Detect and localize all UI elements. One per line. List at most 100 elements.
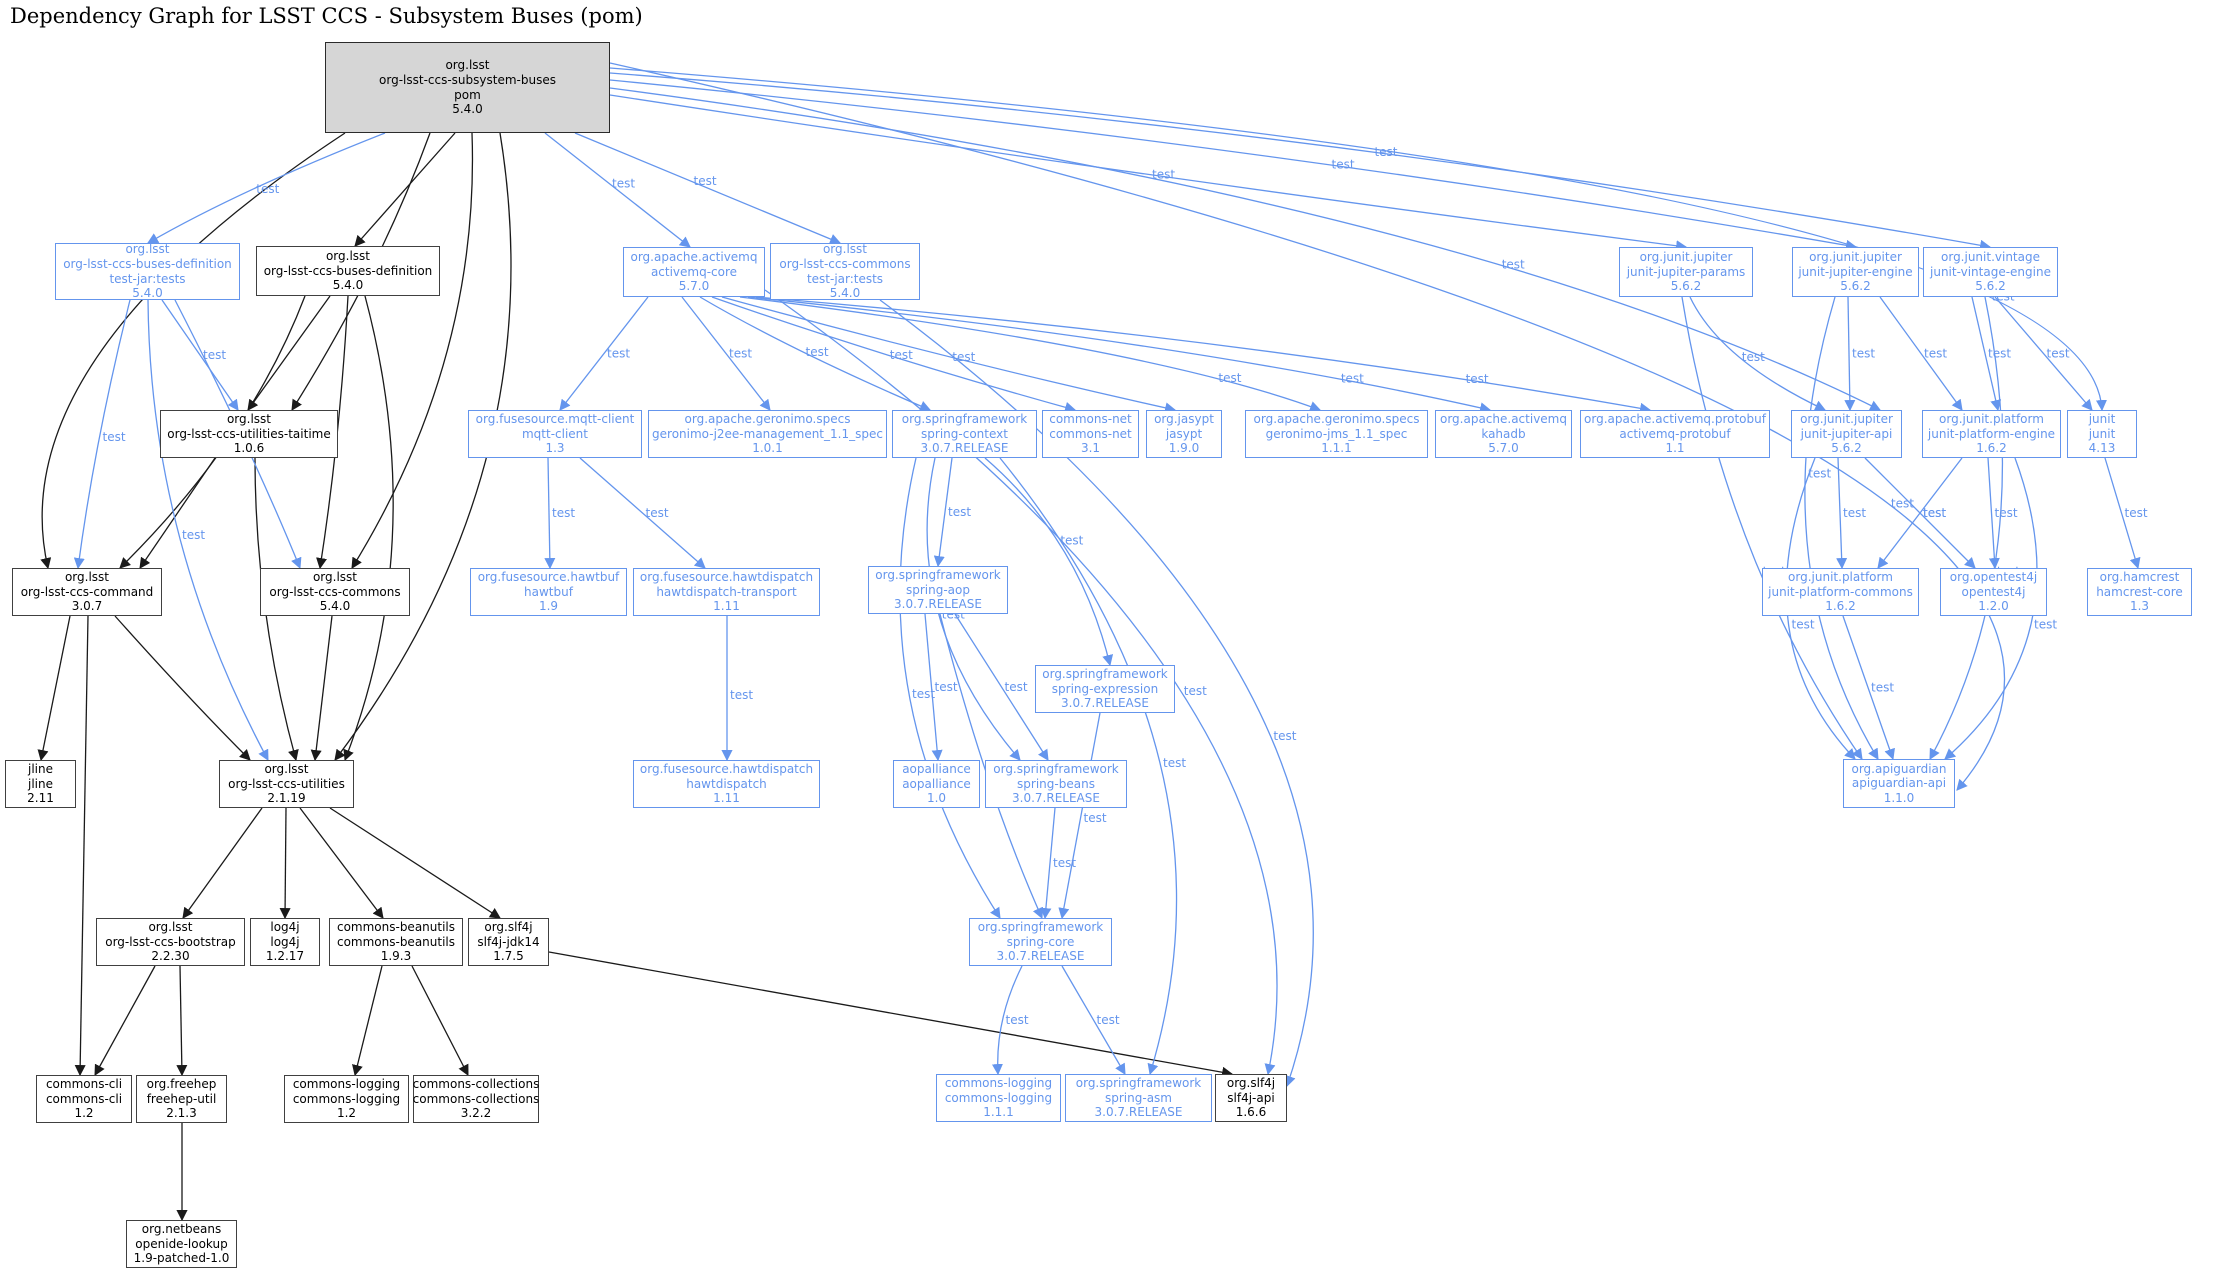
node-label-line: 5.4.0 [320,599,351,614]
node-hawtbuf: org.fusesource.hawtbufhawtbuf1.9 [470,568,627,616]
node-label-line: slf4j-api [1227,1091,1274,1106]
node-label-line: org.lsst [823,242,867,257]
edge-ccs-utilities-to-slf4j-jdk14 [330,808,500,918]
node-label-line: activemq-protobuf [1619,427,1730,442]
node-label-line: org.opentest4j [1950,570,2037,585]
node-ccs-utilities: org.lsstorg-lsst-ccs-utilities2.1.19 [219,760,354,808]
edge-root-to-buses-definition [355,133,455,246]
node-label-line: 3.0.7.RELEASE [1095,1105,1183,1120]
edge-slf4j-jdk14-to-slf4j-api [549,952,1232,1074]
node-hamcrest-core: org.hamcresthamcrest-core1.3 [2087,568,2192,616]
node-label-line: 5.7.0 [679,279,710,294]
node-root: org.lsstorg-lsst-ccs-subsystem-busespom5… [325,42,610,133]
node-label-line: 3.0.7.RELEASE [997,949,1085,964]
edge-scope-label: test [1005,680,1028,694]
node-label-line: commons-logging [293,1092,400,1107]
node-label-line: log4j [270,920,299,935]
edge-junit-platform-engine-to-junit-platform-commons [1878,458,1962,568]
node-spring-beans: org.springframeworkspring-beans3.0.7.REL… [985,760,1127,808]
node-label-line: org.apache.activemq [1440,412,1567,427]
node-label-line: org.junit.vintage [1941,250,2040,265]
edge-activemq-core-to-mqtt-client [560,297,648,410]
edge-scope-label: test [730,688,753,702]
node-label-line: org.junit.jupiter [1809,250,1902,265]
node-label-line: org.springframework [1076,1076,1201,1091]
edge-activemq-core-to-kahadb [748,297,1490,410]
node-label-line: 1.9 [539,599,558,614]
edge-ccs-utilities-to-ccs-bootstrap [183,808,262,918]
node-label-line: org.slf4j [1227,1076,1275,1091]
node-label-line: org.lsst [125,242,169,257]
node-label-line: org.lsst [445,58,489,73]
node-label-line: 1.2.17 [266,949,304,964]
node-label-line: commons-net [1049,427,1132,442]
node-label-line: org.springframework [1042,667,1167,682]
node-label-line: org.lsst [313,570,357,585]
node-label-line: junit-platform-engine [1928,427,2055,442]
edge-buses-definition-to-ccs-utilities [345,296,393,760]
edge-activemq-core-to-geronimo-j2ee-management [682,297,770,410]
edge-scope-label: test [806,345,829,359]
edge-ccs-command-to-ccs-utilities [115,616,250,760]
node-label-line: spring-beans [1017,777,1095,792]
node-label-line: org.junit.platform [1788,570,1893,585]
node-label-line: org-lsst-ccs-command [21,585,154,600]
node-label-line: test-jar:tests [807,272,883,287]
node-label-line: 2.1.19 [267,791,305,806]
node-label-line: hawtbuf [524,585,573,600]
node-label-line: org-lsst-ccs-commons [269,585,400,600]
node-label-line: org.apache.geronimo.specs [685,412,851,427]
edge-commons-beanutils-to-commons-collections [412,966,468,1075]
node-junit-jupiter-params: org.junit.jupiterjunit-jupiter-params5.6… [1619,247,1753,297]
node-label-line: 1.9.0 [1169,441,1200,456]
node-label-line: hawtdispatch [686,777,767,792]
node-label-line: org.junit.jupiter [1640,250,1733,265]
node-label-line: org.slf4j [484,920,532,935]
edge-ccs-bootstrap-to-freehep-util [180,966,182,1075]
edge-scope-label: test [103,430,126,444]
edge-scope-label: test [1332,158,1355,172]
node-spring-core: org.springframeworkspring-core3.0.7.RELE… [969,918,1112,966]
node-label-line: commons-collections [413,1092,540,1107]
edge-scope-label: test [1152,168,1175,182]
edge-scope-label: test [1742,350,1765,364]
node-label-line: spring-context [921,427,1008,442]
edge-junit-jupiter-engine-to-junit-platform-engine [1880,297,1962,410]
node-buses-definition-testjar: org.lsstorg-lsst-ccs-buses-definitiontes… [55,243,240,300]
node-geronimo-j2ee-management: org.apache.geronimo.specsgeronimo-j2ee-m… [648,410,887,458]
edge-junit-jupiter-api-to-junit-platform-commons [1838,458,1842,568]
node-commons-beanutils: commons-beanutilscommons-beanutils1.9.3 [329,918,463,966]
node-ccs-bootstrap: org.lsstorg-lsst-ccs-bootstrap2.2.30 [96,918,245,966]
edge-scope-label: test [203,348,226,362]
node-label-line: 5.4.0 [452,102,483,117]
node-label-line: org.freehep [147,1077,217,1092]
node-label-line: org.springframework [993,762,1118,777]
node-ccs-commons-testjar: org.lsstorg-lsst-ccs-commonstest-jar:tes… [770,243,920,300]
node-commons-cli: commons-clicommons-cli1.2 [36,1075,132,1123]
node-spring-asm: org.springframeworkspring-asm3.0.7.RELEA… [1065,1074,1212,1122]
node-label-line: commons-logging [945,1076,1052,1091]
node-geronimo-jms: org.apache.geronimo.specsgeronimo-jms_1.… [1245,410,1428,458]
node-spring-aop: org.springframeworkspring-aop3.0.7.RELEA… [868,566,1008,614]
node-label-line: apiguardian-api [1852,776,1946,791]
node-label-line: slf4j-jdk14 [477,935,539,950]
node-commons-logging-1.2: commons-loggingcommons-logging1.2 [284,1075,409,1123]
node-label-line: mqtt-client [522,427,588,442]
node-label-line: 3.0.7 [72,599,103,614]
edge-scope-label: test [952,350,975,364]
node-label-line: commons-net [1049,412,1132,427]
node-label-line: org.lsst [65,570,109,585]
edge-junit-vintage-engine-to-apiguardian-api [1930,297,2002,759]
node-label-line: org-lsst-ccs-buses-definition [63,257,232,272]
node-label-line: junit [2089,412,2116,427]
node-label-line: aopalliance [902,777,971,792]
node-label-line: junit-jupiter-engine [1798,265,1912,280]
edge-scope-label: test [729,347,752,361]
edge-scope-label: test [256,182,279,196]
dependency-graph-canvas: test test test test test test test test test test… [0,0,2233,1275]
node-label-line: 1.1 [1665,441,1684,456]
node-label-line: 1.0.1 [752,441,783,456]
node-label-line: 1.0 [927,791,946,806]
node-label-line: 1.11 [713,791,740,806]
node-label-line: jasypt [1166,427,1202,442]
